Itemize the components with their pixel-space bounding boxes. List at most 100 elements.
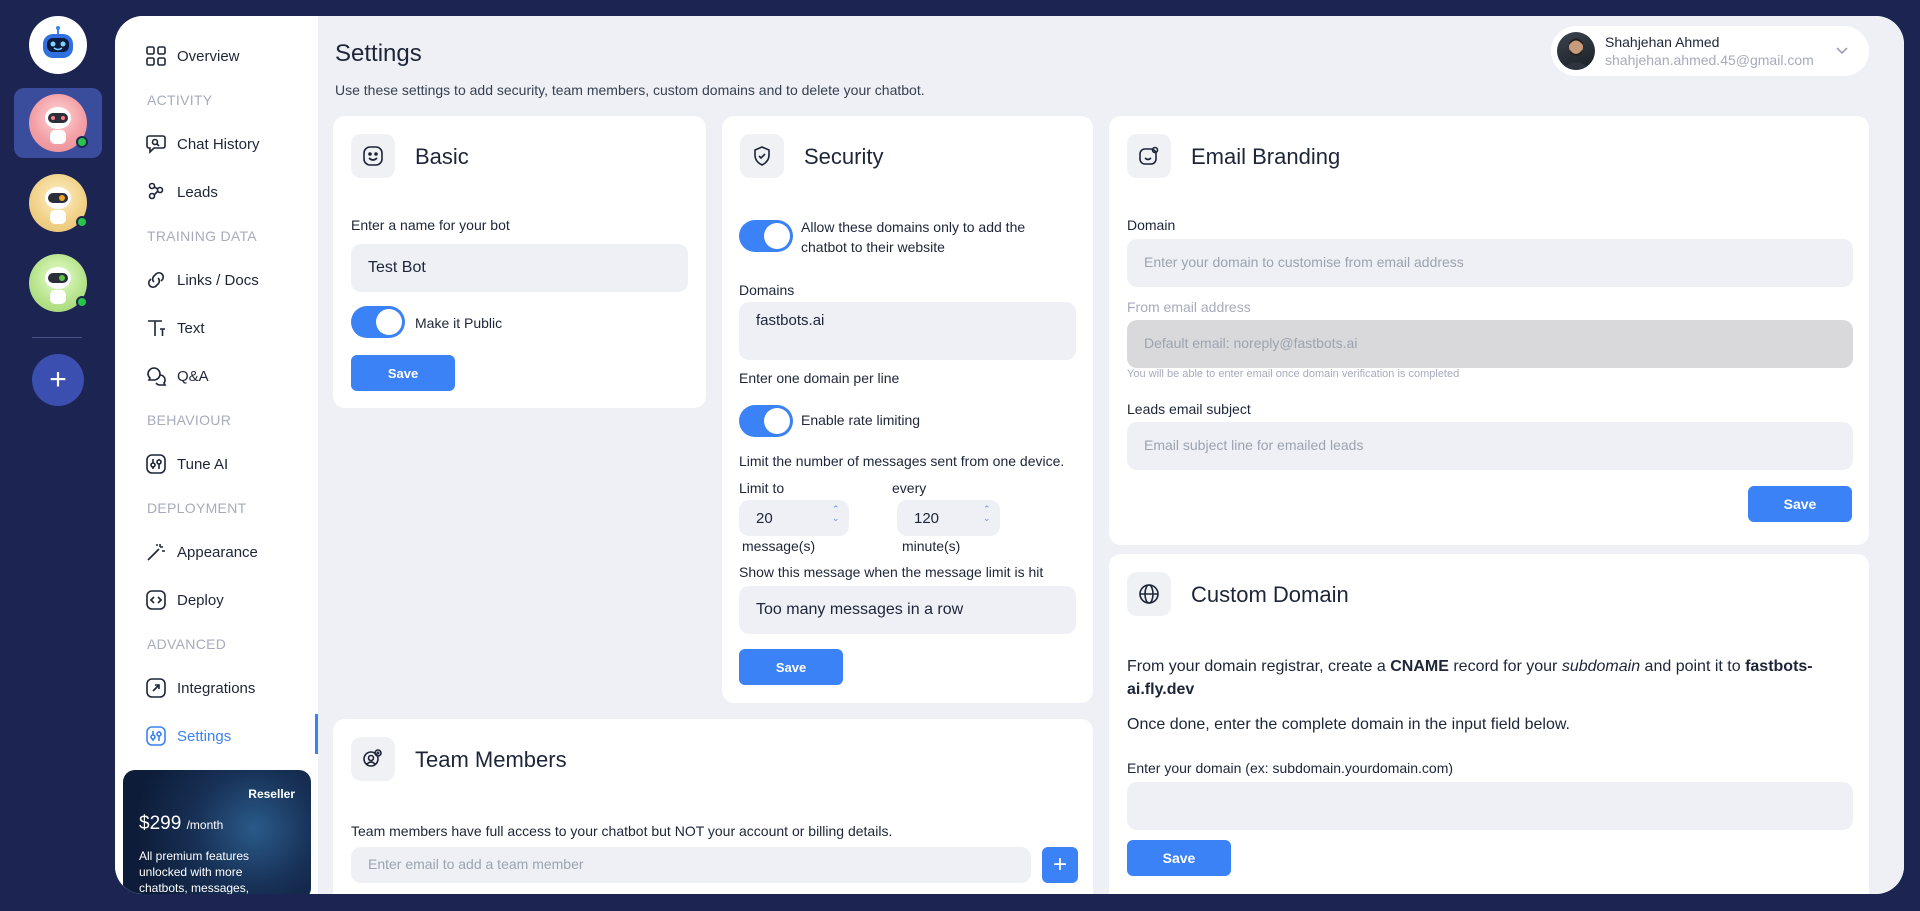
text-icon — [145, 317, 167, 339]
basic-save-button[interactable]: Save — [351, 355, 455, 391]
nav-item-appearance[interactable]: Appearance — [145, 536, 318, 568]
email-domain-input[interactable] — [1127, 239, 1853, 287]
leads-subject-input[interactable] — [1127, 422, 1853, 470]
promo-price: $299 /month — [139, 813, 223, 835]
nav-item-text[interactable]: Text — [145, 312, 318, 344]
bot-item-1[interactable] — [14, 88, 102, 158]
team-members-card: Team Members Team members have full acce… — [333, 719, 1093, 894]
code-icon — [145, 589, 167, 611]
every-label: every — [892, 480, 927, 496]
card-title: Email Branding — [1191, 144, 1341, 169]
nav-label: Tune AI — [177, 455, 229, 473]
public-toggle-label: Make it Public — [415, 315, 503, 331]
user-photo-icon — [1562, 38, 1590, 70]
domains-hint: Enter one domain per line — [739, 370, 900, 386]
page-title: Settings — [335, 40, 422, 67]
custom-domain-card: Custom Domain From your domain registrar… — [1109, 554, 1869, 894]
link-icon — [145, 269, 167, 291]
bot-name-label: Enter a name for your bot — [351, 217, 510, 233]
reseller-promo-card[interactable]: Reseller $299 /month All premium feature… — [123, 770, 311, 894]
page-subtitle: Use these settings to add security, team… — [335, 82, 925, 98]
nav-label: Chat History — [177, 135, 260, 153]
bot-avatar — [29, 254, 88, 312]
instruction-text: and point it to — [1640, 658, 1746, 675]
sliders-icon — [145, 453, 167, 475]
settings-sliders-icon — [145, 725, 167, 747]
user-name: Shahjehan Ahmed — [1605, 34, 1720, 50]
promo-period: /month — [186, 818, 224, 832]
email-branding-save-button[interactable]: Save — [1748, 486, 1852, 522]
from-email-input — [1127, 320, 1853, 368]
shield-icon — [740, 134, 784, 178]
chat-search-icon — [145, 133, 167, 155]
nav-item-tune-ai[interactable]: Tune AI — [145, 448, 318, 480]
bot-rail: + — [0, 0, 114, 911]
online-status-dot — [76, 216, 88, 228]
bot-item-2[interactable] — [14, 168, 102, 238]
team-description: Team members have full access to your ch… — [351, 823, 893, 839]
custom-domain-save-button[interactable]: Save — [1127, 840, 1231, 876]
stepper-arrows-icon[interactable]: ⌃ ⌄ — [832, 505, 840, 523]
allow-domains-toggle[interactable] — [739, 220, 793, 252]
nav-sidebar: Overview ACTIVITY Chat History Leads TRA… — [115, 16, 318, 894]
plus-icon: + — [1052, 851, 1067, 878]
messages-unit: message(s) — [742, 538, 816, 554]
bot-avatar — [29, 174, 88, 232]
card-title: Basic — [415, 144, 469, 169]
limit-message-label: Show this message when the message limit… — [739, 564, 1044, 580]
nav-item-overview[interactable]: Overview — [145, 40, 318, 72]
app-logo[interactable] — [29, 16, 87, 74]
promo-tag: Reseller — [248, 787, 295, 801]
online-status-dot — [76, 136, 88, 148]
nav-label: Q&A — [177, 367, 209, 385]
main-content: Settings Use these settings to add secur… — [318, 16, 1904, 894]
nav-item-leads[interactable]: Leads — [145, 176, 318, 208]
user-menu[interactable]: Shahjehan Ahmed shahjehan.ahmed.45@gmail… — [1551, 26, 1869, 76]
nav-label: Deploy — [177, 591, 224, 609]
bot-avatar — [29, 94, 88, 152]
public-toggle[interactable] — [351, 306, 405, 338]
app-frame: Overview ACTIVITY Chat History Leads TRA… — [115, 16, 1904, 894]
magic-wand-icon — [145, 541, 167, 563]
bot-item-3[interactable] — [14, 248, 102, 318]
chevron-down-icon — [1836, 47, 1848, 55]
domains-textarea[interactable]: fastbots.ai — [739, 302, 1076, 360]
instruction-text: From your domain registrar, create a — [1127, 658, 1391, 675]
nav-item-qa[interactable]: Q&A — [145, 360, 318, 392]
nav-label: Integrations — [177, 679, 256, 697]
limit-message-input[interactable] — [739, 586, 1076, 634]
nav-item-integrations[interactable]: Integrations — [145, 672, 318, 704]
nav-item-settings[interactable]: Settings — [145, 714, 318, 754]
team-email-input[interactable] — [351, 847, 1031, 883]
instruction-cname: CNAME — [1390, 658, 1449, 675]
nav-item-chat-history[interactable]: Chat History — [145, 128, 318, 160]
plus-icon: + — [49, 363, 67, 396]
add-bot-button[interactable]: + — [32, 354, 84, 406]
nav-section-activity: ACTIVITY — [147, 92, 213, 108]
promo-price-value: $299 — [139, 813, 182, 834]
email-branding-card: Email Branding Domain From email address… — [1109, 116, 1869, 545]
from-email-label: From email address — [1127, 299, 1251, 315]
stepper-arrows-icon[interactable]: ⌃ ⌄ — [983, 505, 991, 523]
bot-name-input[interactable] — [351, 244, 688, 292]
security-save-button[interactable]: Save — [739, 649, 843, 685]
basic-card: Basic Enter a name for your bot Make it … — [333, 116, 706, 408]
image-badge-icon — [1127, 134, 1171, 178]
card-title: Security — [804, 144, 884, 169]
minutes-unit: minute(s) — [902, 538, 961, 554]
leads-subject-label: Leads email subject — [1127, 401, 1251, 417]
add-team-member-button[interactable]: + — [1042, 847, 1078, 883]
cname-instructions: From your domain registrar, create a CNA… — [1127, 655, 1853, 701]
promo-description: All premium features unlocked with more … — [139, 849, 250, 894]
online-status-dot — [76, 296, 88, 308]
avatar — [1557, 32, 1595, 70]
card-title: Custom Domain — [1191, 582, 1349, 607]
nav-item-deploy[interactable]: Deploy — [145, 584, 318, 616]
nav-item-links-docs[interactable]: Links / Docs — [145, 264, 318, 296]
rate-limit-toggle[interactable] — [739, 405, 793, 437]
custom-domain-input[interactable] — [1127, 782, 1853, 830]
nav-section-training: TRAINING DATA — [147, 228, 257, 244]
once-done-text: Once done, enter the complete domain in … — [1127, 716, 1570, 733]
nav-section-behaviour: BEHAVIOUR — [147, 412, 232, 428]
nav-label: Overview — [177, 47, 240, 65]
